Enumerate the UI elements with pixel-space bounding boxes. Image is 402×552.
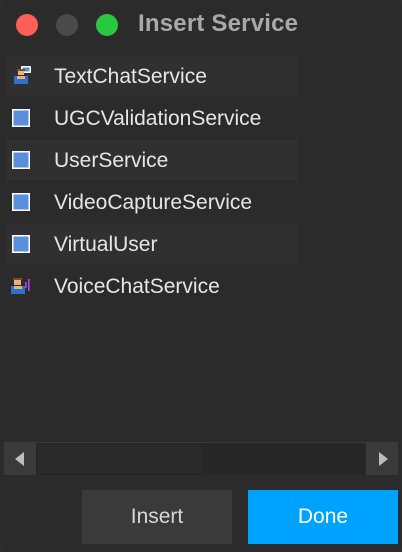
service-square-icon [10, 150, 32, 170]
done-button[interactable]: Done [248, 490, 398, 544]
scrollbar-thumb[interactable] [38, 445, 202, 473]
list-item-label: VoiceChatService [54, 275, 220, 298]
list-item-label: UserService [54, 149, 169, 172]
arrow-left-icon [15, 452, 24, 466]
list-item-label: UGCValidationService [54, 107, 262, 130]
window-title: Insert Service [138, 10, 299, 37]
scroll-right-button[interactable] [366, 443, 398, 475]
horizontal-scrollbar[interactable] [4, 442, 398, 475]
insert-service-window: Insert Service TextChatService UGCValida… [0, 0, 402, 552]
insert-button[interactable]: Insert [82, 490, 232, 544]
list-item-user-service[interactable]: UserService [6, 140, 298, 180]
list-item-video-capture-service[interactable]: VideoCaptureService [6, 182, 298, 222]
close-window-button[interactable] [16, 14, 38, 36]
service-square-icon [10, 108, 32, 128]
title-bar: Insert Service [0, 0, 402, 50]
arrow-right-icon [379, 452, 388, 466]
text-chat-icon [10, 66, 32, 86]
list-item-voice-chat-service[interactable]: VoiceChatService [6, 266, 298, 306]
service-square-icon [10, 234, 32, 254]
scroll-left-button[interactable] [4, 443, 36, 475]
list-item-text-chat-service[interactable]: TextChatService [6, 56, 298, 96]
list-item-label: VideoCaptureService [54, 191, 253, 214]
voice-chat-icon [10, 276, 32, 296]
service-square-icon [10, 192, 32, 212]
list-item-label: TextChatService [54, 65, 207, 88]
list-item-ugc-validation-service[interactable]: UGCValidationService [6, 98, 298, 138]
list-item-virtual-user[interactable]: VirtualUser [6, 224, 298, 264]
list-item-label: VirtualUser [54, 233, 158, 256]
minimize-window-button[interactable] [56, 14, 78, 36]
service-list: TextChatService UGCValidationService Use… [0, 50, 402, 442]
maximize-window-button[interactable] [96, 14, 118, 36]
dialog-footer: Insert Done [0, 476, 402, 552]
